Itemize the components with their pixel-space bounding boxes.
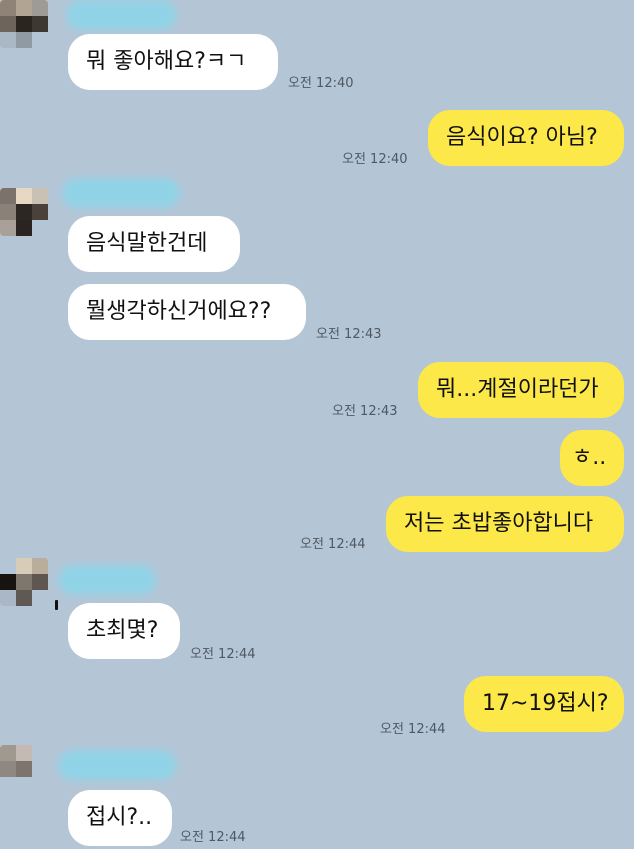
sender-avatar[interactable]	[0, 0, 48, 48]
message-bubble-incoming[interactable]: 뭐 좋아해요?ㅋㄱ	[68, 34, 278, 90]
sender-name-blur	[66, 0, 176, 30]
message-timestamp: 오전 12:43	[332, 404, 398, 419]
sender-avatar[interactable]	[0, 558, 48, 606]
message-timestamp: 오전 12:44	[300, 537, 366, 552]
message-bubble-outgoing[interactable]: ㅎ..	[560, 430, 624, 486]
message-bubble-incoming[interactable]: 초최몇?	[68, 603, 180, 659]
message-bubble-incoming[interactable]: 음식말한건데	[68, 216, 240, 272]
sender-name-blur	[62, 178, 180, 208]
message-timestamp: 오전 12:44	[180, 830, 246, 845]
message-bubble-outgoing[interactable]: 저는 초밥좋아합니다	[386, 496, 624, 552]
sender-avatar[interactable]	[0, 188, 48, 236]
message-timestamp: 오전 12:44	[380, 722, 446, 737]
message-bubble-incoming[interactable]: 접시?..	[68, 790, 172, 846]
message-bubble-outgoing[interactable]: 17~19접시?	[464, 676, 624, 732]
message-timestamp: 오전 12:40	[288, 76, 354, 91]
sender-name-blur	[58, 565, 156, 595]
message-timestamp: 오전 12:40	[342, 152, 408, 167]
sender-avatar[interactable]	[0, 745, 48, 793]
message-bubble-incoming[interactable]: 뭘생각하신거에요??	[68, 284, 306, 340]
message-timestamp: 오전 12:43	[316, 327, 382, 342]
stray-mark	[55, 600, 58, 610]
sender-name-blur	[58, 750, 176, 780]
chat-screen: { "theme": { "background": "#b4c5d6", "i…	[0, 0, 634, 849]
message-bubble-outgoing[interactable]: 뭐...계절이라던가	[418, 362, 624, 418]
message-bubble-outgoing[interactable]: 음식이요? 아님?	[428, 110, 624, 166]
message-timestamp: 오전 12:44	[190, 647, 256, 662]
